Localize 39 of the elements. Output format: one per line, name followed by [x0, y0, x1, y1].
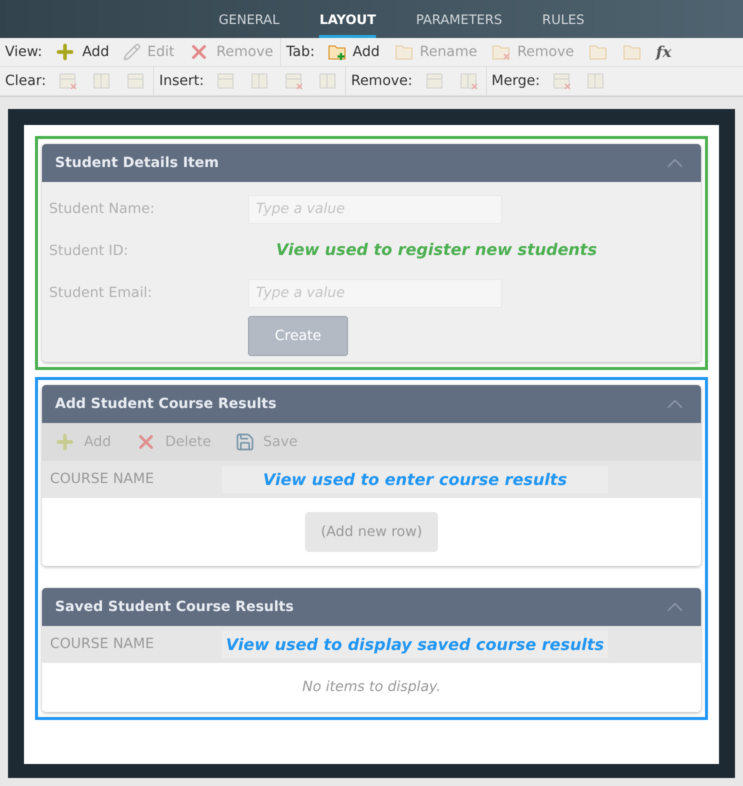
toolbar-button[interactable]: Add	[52, 41, 112, 63]
table-layout-icon	[586, 71, 606, 91]
table-layout-icon	[216, 71, 236, 91]
empty-message: No items to display.	[302, 678, 441, 697]
table-layout-icon	[92, 71, 112, 91]
tab[interactable]: GENERAL	[218, 6, 280, 38]
table-layout-icon	[424, 71, 444, 91]
column-header: COURSE NAME	[50, 635, 154, 654]
field-label: Student Name:	[49, 200, 156, 218]
pencil-icon	[123, 43, 142, 61]
table-layout-icon	[458, 71, 478, 91]
toolbar-button[interactable]: Add	[324, 42, 382, 62]
field-label: Student Email:	[49, 284, 154, 302]
toolbar-label: Clear:	[5, 72, 46, 90]
toolbar-label: Remove:	[350, 72, 412, 90]
field-label: Student ID:	[49, 242, 130, 260]
tab[interactable]: RULES	[542, 6, 584, 38]
add-row-button[interactable]: (Add new row)	[305, 512, 438, 552]
table-layout-icon	[58, 71, 78, 91]
toolbar-label: View:	[5, 42, 42, 62]
panel-header: Student Details Item	[42, 144, 701, 182]
panel-header: Add Student Course Results	[42, 385, 701, 423]
save-icon	[235, 432, 256, 452]
column-header: COURSE NAME	[50, 470, 154, 489]
create-button[interactable]: Create	[248, 316, 348, 356]
toolbar-label: Tab:	[286, 42, 315, 62]
toolbar-label: Insert:	[159, 72, 204, 90]
annotation-label: View used to register new students	[276, 239, 597, 261]
table-layout-icon	[250, 71, 270, 91]
tab[interactable]: PARAMETERS	[416, 6, 502, 38]
panel-header: Saved Student Course Results	[42, 588, 701, 626]
table-layout-icon	[318, 71, 338, 91]
annotation-label: View used to enter course results	[262, 468, 567, 490]
plus-icon	[54, 431, 76, 453]
toolbar-label: Merge:	[492, 72, 540, 90]
annotation-label: View used to display saved course results	[226, 634, 604, 656]
table-layout-icon	[126, 71, 146, 91]
table-layout-icon	[284, 71, 304, 91]
table-layout-icon	[552, 71, 572, 91]
